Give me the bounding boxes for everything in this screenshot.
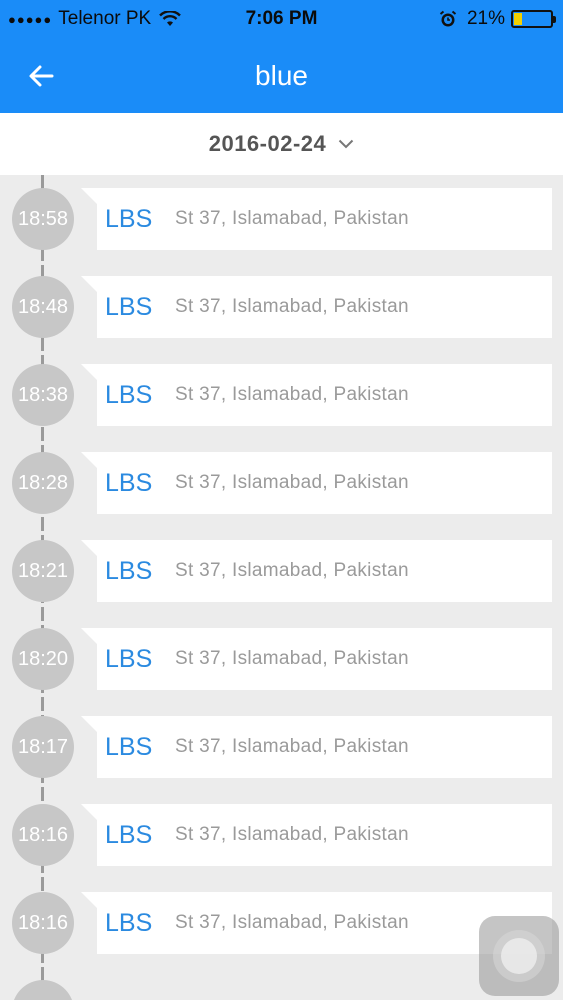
battery-level-fill: [514, 13, 522, 25]
location-address: St 37, Islamabad, Pakistan: [175, 472, 409, 493]
location-card[interactable]: LBS St 37, Islamabad, Pakistan: [81, 628, 552, 690]
history-entry: 18:21 LBS St 37, Islamabad, Pakistan: [0, 540, 563, 604]
location-address: St 37, Islamabad, Pakistan: [175, 208, 409, 229]
history-entry: 18:20 LBS St 37, Islamabad, Pakistan: [0, 628, 563, 692]
location-card[interactable]: LBS St 37, Islamabad, Pakistan: [81, 716, 552, 778]
assistive-touch-button[interactable]: [479, 916, 559, 996]
time-bubble: 18:21: [12, 540, 74, 602]
location-type: LBS: [105, 204, 153, 233]
history-entry: 18:28 LBS St 37, Islamabad, Pakistan: [0, 452, 563, 516]
navigation-bar: blue: [0, 38, 563, 113]
location-type: LBS: [105, 820, 153, 849]
location-card[interactable]: LBS St 37, Islamabad, Pakistan: [81, 364, 552, 426]
location-card[interactable]: LBS St 37, Islamabad, Pakistan: [81, 540, 552, 602]
chevron-down-icon: [339, 139, 354, 149]
location-address: St 37, Islamabad, Pakistan: [175, 560, 409, 581]
location-address: St 37, Islamabad, Pakistan: [175, 824, 409, 845]
location-type: LBS: [105, 292, 153, 321]
status-right: 21%: [439, 8, 556, 30]
time-bubble: 18:48: [12, 276, 74, 338]
status-bar: ●●●●● Telenor PK 7:06 PM 21%: [0, 0, 563, 38]
location-card[interactable]: LBS St 37, Islamabad, Pakistan: [81, 804, 552, 866]
location-type: LBS: [105, 468, 153, 497]
time-bubble: 18:28: [12, 452, 74, 514]
time-bubble: 18:20: [12, 628, 74, 690]
assistive-touch-inner-circle: [501, 938, 537, 974]
alarm-clock-icon: [439, 10, 457, 27]
history-entry: 18:38 LBS St 37, Islamabad, Pakistan: [0, 364, 563, 428]
location-card[interactable]: LBS St 37, Islamabad, Pakistan: [81, 276, 552, 338]
location-type: LBS: [105, 556, 153, 585]
time-bubble: 18:17: [12, 716, 74, 778]
history-timeline[interactable]: 18:58 LBS St 37, Islamabad, Pakistan 18:48 L…: [0, 175, 563, 1000]
location-type: LBS: [105, 908, 153, 937]
location-card[interactable]: LBS St 37, Islamabad, Pakistan: [81, 452, 552, 514]
time-bubble: 18:38: [12, 364, 74, 426]
location-type: LBS: [105, 380, 153, 409]
location-type: LBS: [105, 644, 153, 673]
battery-percent: 21%: [466, 8, 505, 29]
history-entry: 18:48 LBS St 37, Islamabad, Pakistan: [0, 276, 563, 340]
location-address: St 37, Islamabad, Pakistan: [175, 296, 409, 317]
history-entry: 18:58 LBS St 37, Islamabad, Pakistan: [0, 188, 563, 252]
battery-icon: [511, 10, 556, 28]
time-bubble: 18:16: [12, 892, 74, 954]
location-address: St 37, Islamabad, Pakistan: [175, 384, 409, 405]
location-address: St 37, Islamabad, Pakistan: [175, 648, 409, 669]
location-card[interactable]: LBS St 37, Islamabad, Pakistan: [81, 188, 552, 250]
time-bubble-partial: [12, 980, 74, 1000]
history-entry: 18:16 LBS St 37, Islamabad, Pakistan: [0, 804, 563, 868]
location-type: LBS: [105, 732, 153, 761]
location-address: St 37, Islamabad, Pakistan: [175, 912, 409, 933]
date-value: 2016-02-24: [208, 131, 327, 156]
history-entry: 18:17 LBS St 37, Islamabad, Pakistan: [0, 716, 563, 780]
time-bubble: 18:16: [12, 804, 74, 866]
page-title: blue: [255, 60, 308, 91]
time-bubble: 18:58: [12, 188, 74, 250]
date-selector[interactable]: 2016-02-24: [0, 113, 563, 175]
location-address: St 37, Islamabad, Pakistan: [175, 736, 409, 757]
